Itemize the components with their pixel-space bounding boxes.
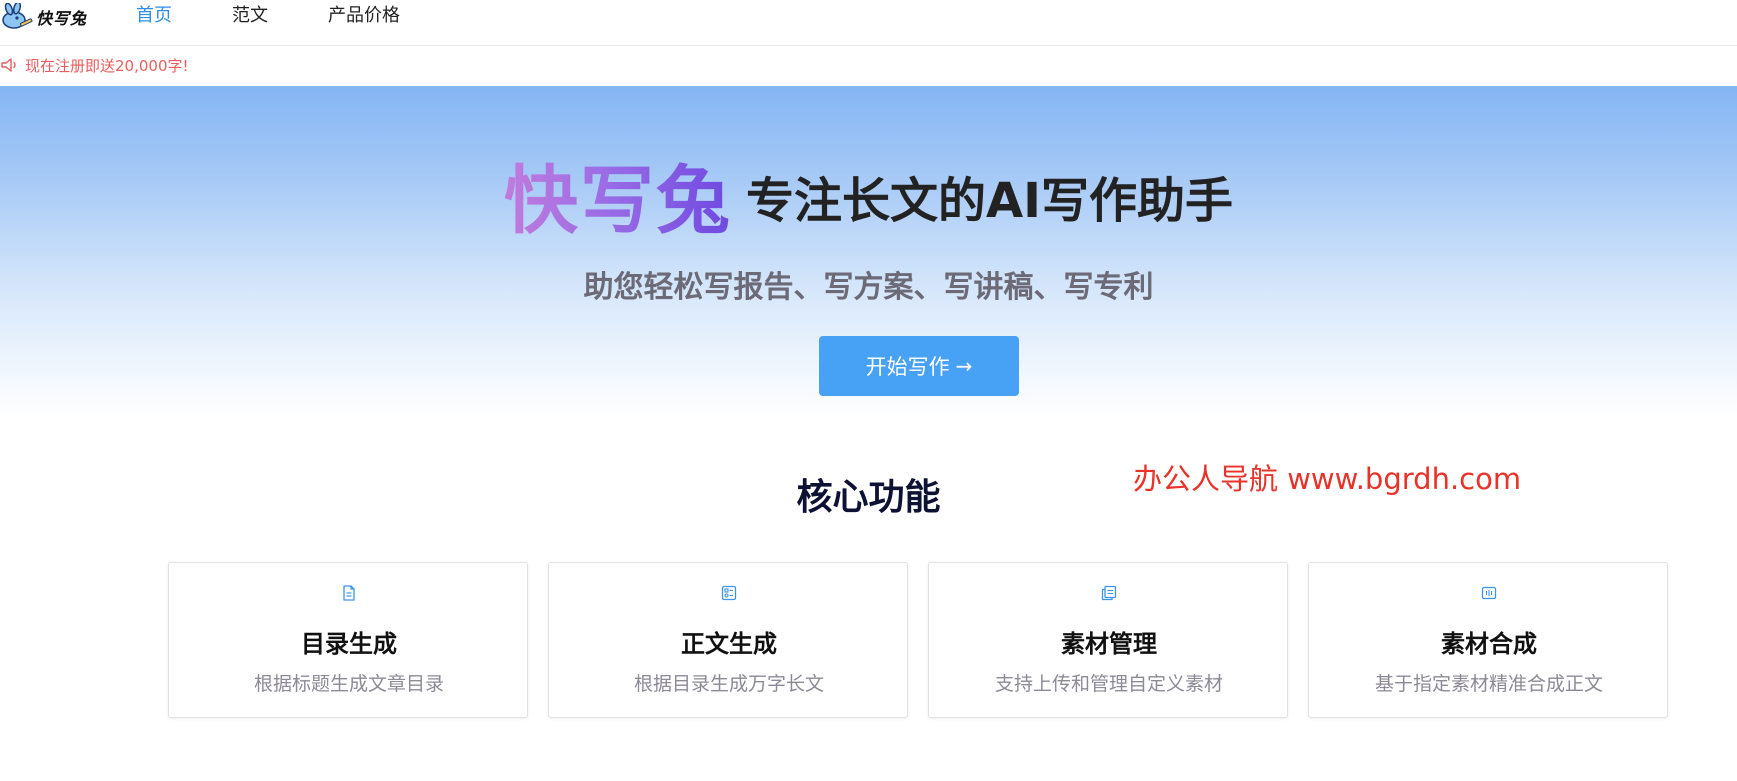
arrow-right-icon: → <box>955 354 973 378</box>
feature-card-outline[interactable]: 目录生成 根据标题生成文章目录 <box>168 562 528 718</box>
top-navbar: 快写兔 首页 范文 产品价格 <box>0 0 1737 46</box>
nav-item-samples[interactable]: 范文 <box>232 0 268 32</box>
logo-text: 快写兔 <box>36 9 88 28</box>
hero-title: 快写兔 专注长文的AI写作助手 <box>0 156 1737 246</box>
nav-item-pricing[interactable]: 产品价格 <box>328 0 400 32</box>
promo-notice: 现在注册即送20,000字! <box>0 52 189 78</box>
logo[interactable]: 快写兔 <box>0 3 87 31</box>
feature-desc: 支持上传和管理自定义素材 <box>994 673 1223 695</box>
merge-icon <box>1481 586 1497 600</box>
feature-desc: 根据目录生成万字长文 <box>633 673 824 695</box>
hero-section: 快写兔 专注长文的AI写作助手 助您轻松写报告、写方案、写讲稿、写专利 开始写作 … <box>0 86 1737 416</box>
feature-title: 目录生成 <box>301 630 397 658</box>
speaker-icon <box>1 58 16 72</box>
feature-card-materials[interactable]: 素材管理 支持上传和管理自定义素材 <box>928 562 1288 718</box>
main-nav: 首页 范文 产品价格 <box>136 0 460 32</box>
feature-title: 正文生成 <box>681 630 777 658</box>
rabbit-mascot-icon <box>2 3 33 29</box>
brand-name: 快写兔 <box>503 158 732 244</box>
nav-item-home[interactable]: 首页 <box>136 0 172 32</box>
feature-title: 素材合成 <box>1441 630 1537 658</box>
start-writing-label: 开始写作 <box>865 355 950 379</box>
feature-card-synthesis[interactable]: 素材合成 基于指定素材精准合成正文 <box>1308 562 1668 718</box>
feature-title: 素材管理 <box>1061 630 1157 658</box>
feature-desc: 根据标题生成文章目录 <box>253 673 444 695</box>
hero-slogan: 专注长文的AI写作助手 <box>745 173 1233 229</box>
watermark-text: 办公人导航 www.bgrdh.com <box>1133 462 1522 496</box>
article-icon <box>721 585 737 601</box>
feature-desc: 基于指定素材精准合成正文 <box>1374 673 1603 695</box>
copy-files-icon <box>1101 585 1117 601</box>
feature-card-body[interactable]: 正文生成 根据目录生成万字长文 <box>548 562 908 718</box>
hero-subtitle: 助您轻松写报告、写方案、写讲稿、写专利 <box>583 270 1154 305</box>
notice-text: 现在注册即送20,000字! <box>25 56 189 75</box>
document-icon <box>343 585 355 601</box>
features-cards: 目录生成 根据标题生成文章目录 正文生成 根据目录生成万字长文 素材管理 支持上… <box>168 562 1668 718</box>
start-writing-button[interactable]: 开始写作 → <box>819 336 1019 396</box>
